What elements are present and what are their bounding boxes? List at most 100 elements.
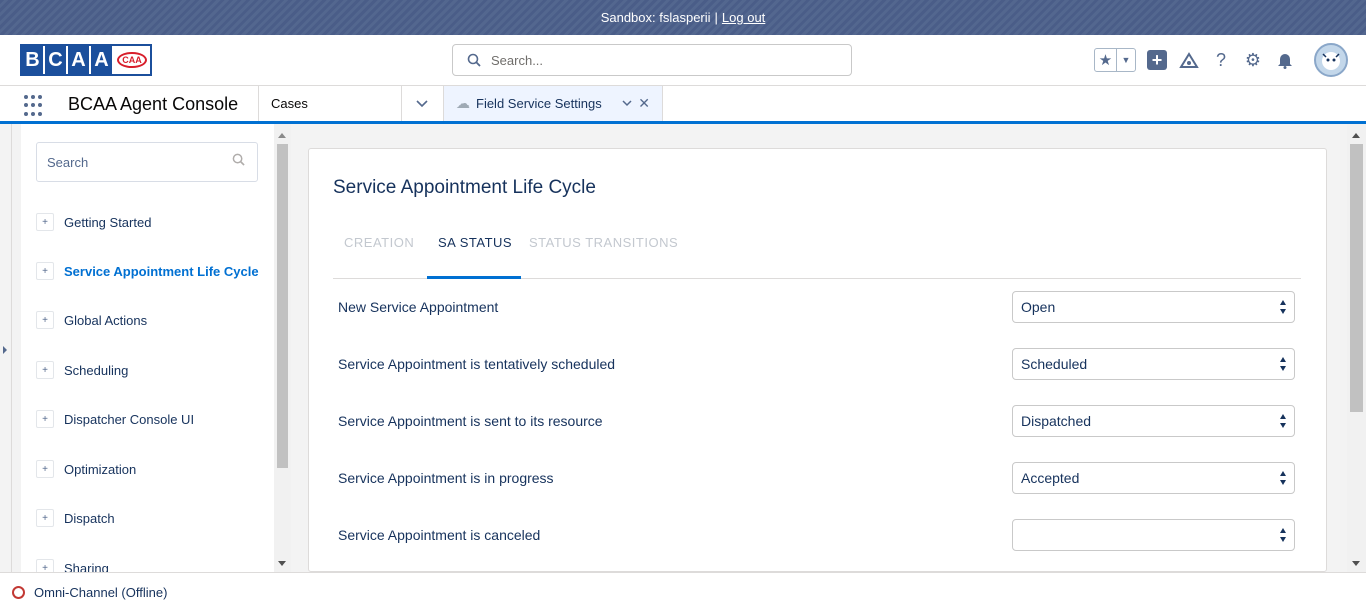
help-icon[interactable]: ?: [1210, 49, 1232, 71]
sandbox-separator: |: [714, 10, 718, 25]
expand-plus-icon[interactable]: +: [36, 213, 54, 231]
expand-plus-icon[interactable]: +: [36, 311, 54, 329]
star-icon[interactable]: ★: [1095, 49, 1117, 71]
gear-icon[interactable]: ⚙: [1242, 49, 1264, 71]
scheduled-status-select[interactable]: Scheduled: [1012, 348, 1295, 380]
sidebar-item-service-appointment-life-cycle[interactable]: + Service Appointment Life Cycle: [36, 261, 259, 281]
active-tab-indicator: [427, 276, 521, 279]
plus-icon[interactable]: +: [1146, 49, 1168, 71]
sidebar-item-dispatcher-console-ui[interactable]: + Dispatcher Console UI: [36, 409, 194, 429]
tab-status-transitions[interactable]: STATUS TRANSITIONS: [529, 235, 678, 259]
utility-bar: Omni-Channel (Offline): [0, 572, 1366, 612]
status-row-label: New Service Appointment: [338, 299, 499, 315]
sidebar-item-global-actions[interactable]: + Global Actions: [36, 310, 147, 330]
sidebar-item-label: Dispatch: [64, 510, 115, 526]
favorites-group: ★ ▼: [1094, 48, 1136, 72]
caa-badge-text: CAA: [117, 52, 147, 68]
avatar[interactable]: [1314, 43, 1348, 77]
sidebar-item-label: Global Actions: [64, 312, 148, 328]
select-value: Dispatched: [1021, 413, 1092, 429]
app-launcher-icon[interactable]: [24, 95, 46, 117]
status-row-label: Service Appointment is tentatively sched…: [338, 356, 616, 372]
global-search-input[interactable]: Search...: [452, 44, 852, 76]
tab-chevron-down-icon[interactable]: [622, 98, 632, 110]
search-icon: [232, 153, 245, 169]
sidebar-scrollbar[interactable]: [274, 124, 291, 572]
scroll-up-arrow-icon[interactable]: [278, 133, 286, 138]
canceled-status-select[interactable]: [1012, 519, 1295, 551]
bell-icon[interactable]: [1274, 49, 1296, 71]
caa-badge: CAA: [114, 46, 150, 74]
close-icon[interactable]: ✕: [638, 95, 650, 112]
select-arrows-icon: [1280, 526, 1288, 544]
scroll-up-arrow-icon[interactable]: [1352, 133, 1360, 138]
sidebar-item-sharing[interactable]: + Sharing: [36, 558, 109, 572]
expand-plus-icon[interactable]: +: [36, 509, 54, 527]
bcaa-logo[interactable]: B C A A CAA: [20, 44, 152, 76]
tab-field-service-settings[interactable]: ☁ Field Service Settings ✕: [443, 86, 663, 121]
logo-letter: A: [68, 46, 89, 74]
sidebar-search-placeholder: Search: [47, 154, 89, 170]
status-row-label: Service Appointment is in progress: [338, 470, 554, 486]
tab-creation[interactable]: CREATION: [344, 235, 414, 259]
sidebar-item-getting-started[interactable]: + Getting Started: [36, 212, 151, 232]
expand-plus-icon[interactable]: +: [36, 559, 54, 572]
new-sa-status-select[interactable]: Open: [1012, 291, 1295, 323]
global-header: B C A A CAA Search... ★ ▼ + ? ⚙: [0, 35, 1366, 86]
collapse-rail[interactable]: [0, 124, 12, 572]
select-value: Scheduled: [1021, 356, 1088, 372]
expand-plus-icon[interactable]: +: [36, 410, 54, 428]
sandbox-label: Sandbox: fslasperii: [600, 10, 711, 25]
expand-plus-icon[interactable]: +: [36, 460, 54, 478]
sidebar-item-label: Getting Started: [64, 214, 152, 230]
in-progress-status-select[interactable]: Accepted: [1012, 462, 1295, 494]
settings-panel: Service Appointment Life Cycle CREATION …: [308, 148, 1327, 572]
sidebar-item-label: Sharing: [64, 560, 109, 573]
select-arrows-icon: [1280, 412, 1288, 430]
scroll-down-arrow-icon[interactable]: [1352, 561, 1360, 566]
scroll-down-arrow-icon[interactable]: [278, 561, 286, 566]
offline-status-icon: [12, 586, 25, 599]
select-value: Accepted: [1021, 470, 1080, 486]
nav-item-cases[interactable]: Cases: [258, 86, 402, 121]
settings-sidebar: Search + Getting Started + Service Appoi…: [21, 124, 291, 572]
tab-bar: CREATION SA STATUS STATUS TRANSITIONS: [333, 229, 1301, 279]
status-row-label: Service Appointment is canceled: [338, 527, 541, 543]
nav-item-label: Cases: [271, 96, 308, 111]
omni-channel-button[interactable]: Omni-Channel (Offline): [34, 585, 167, 600]
select-value: Open: [1021, 299, 1056, 315]
navigation-bar: BCAA Agent Console Cases ☁ Field Service…: [0, 86, 1366, 124]
search-placeholder: Search...: [491, 52, 544, 68]
search-icon: [467, 53, 481, 67]
main-scrollbar[interactable]: [1347, 124, 1366, 572]
status-row-label: Service Appointment is sent to its resou…: [338, 413, 603, 429]
sidebar-item-scheduling[interactable]: + Scheduling: [36, 360, 128, 380]
dispatched-status-select[interactable]: Dispatched: [1012, 405, 1295, 437]
header-utilities: ★ ▼ + ? ⚙: [1094, 43, 1348, 77]
expand-plus-icon[interactable]: +: [36, 361, 54, 379]
scrollbar-thumb[interactable]: [1350, 144, 1363, 412]
workspace: Search + Getting Started + Service Appoi…: [0, 124, 1366, 572]
page-title: Service Appointment Life Cycle: [333, 177, 596, 198]
logo-letter: A: [91, 46, 112, 74]
select-arrows-icon: [1280, 355, 1288, 373]
sidebar-item-dispatch[interactable]: + Dispatch: [36, 508, 115, 528]
expand-arrow-icon[interactable]: [3, 346, 7, 354]
nav-menu-chevron-icon[interactable]: [402, 86, 442, 121]
sidebar-item-optimization[interactable]: + Optimization: [36, 459, 136, 479]
logo-letter: C: [45, 46, 66, 74]
cloud-icon: ☁: [456, 95, 470, 111]
sidebar-item-label: Service Appointment Life Cycle: [64, 263, 259, 279]
scrollbar-thumb[interactable]: [277, 144, 288, 468]
sidebar-search-input[interactable]: Search: [36, 142, 258, 182]
sidebar-item-label: Optimization: [64, 461, 137, 477]
sidebar-item-label: Dispatcher Console UI: [64, 411, 195, 427]
trailhead-icon[interactable]: [1178, 49, 1200, 71]
logo-letter: B: [22, 46, 43, 74]
tab-sa-status[interactable]: SA STATUS: [438, 235, 512, 259]
select-arrows-icon: [1280, 469, 1288, 487]
app-name: BCAA Agent Console: [68, 94, 239, 114]
expand-plus-icon[interactable]: +: [36, 262, 54, 280]
logout-link[interactable]: Log out: [722, 10, 765, 25]
chevron-down-icon[interactable]: ▼: [1117, 49, 1135, 71]
